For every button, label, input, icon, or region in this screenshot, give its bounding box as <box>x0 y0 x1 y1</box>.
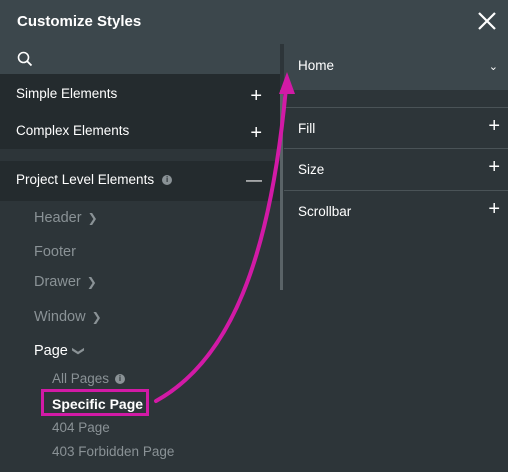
annotation-arrow <box>154 72 295 403</box>
arrowhead-icon <box>279 72 295 94</box>
